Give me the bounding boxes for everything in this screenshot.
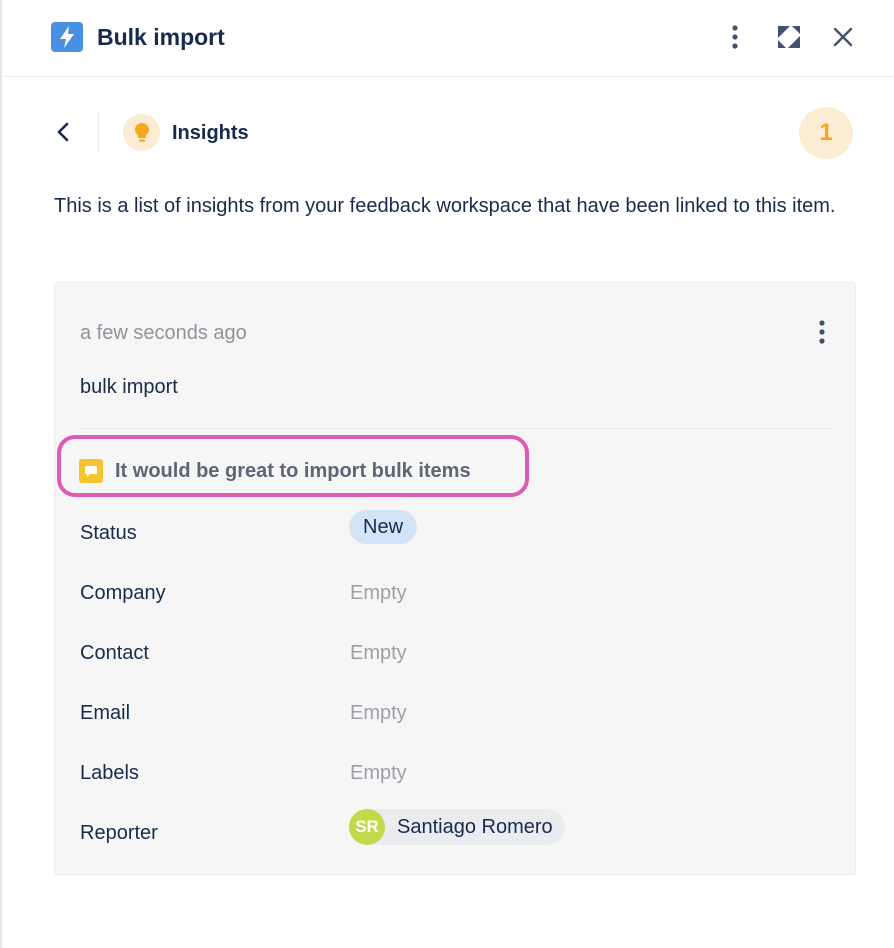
contact-label: Contact — [80, 642, 149, 664]
status-label: Status — [80, 522, 137, 544]
panel-header: Bulk import — [4, 0, 894, 77]
bulk-import-panel: Bulk import Insights 1 This is a list of… — [0, 0, 894, 948]
company-label: Company — [80, 582, 166, 604]
insight-card: a few seconds ago bulk import It would b… — [54, 282, 856, 875]
insight-quote[interactable]: It would be great to import bulk items — [79, 456, 471, 486]
contact-value[interactable]: Empty — [350, 639, 407, 667]
close-icon — [833, 27, 853, 47]
lightbulb-icon — [123, 114, 160, 151]
speech-bubble-icon — [79, 459, 103, 483]
insights-description: This is a list of insights from your fee… — [54, 195, 836, 217]
insight-item-name: bulk import — [80, 376, 178, 398]
labels-value[interactable]: Empty — [350, 759, 407, 787]
insight-timestamp: a few seconds ago — [80, 322, 247, 344]
header-divider — [98, 112, 99, 152]
card-divider — [80, 428, 832, 429]
labels-label: Labels — [80, 762, 139, 784]
chevron-left-icon — [57, 122, 69, 142]
reporter-chip[interactable]: SR Santiago Romero — [349, 809, 565, 845]
close-button[interactable] — [826, 20, 860, 54]
back-button[interactable] — [48, 116, 78, 148]
lightning-bolt-icon — [51, 22, 83, 52]
insight-more-button[interactable] — [805, 315, 839, 349]
insights-title: Insights — [172, 122, 249, 144]
panel-title: Bulk import — [97, 24, 225, 50]
insights-count-badge: 1 — [799, 107, 853, 159]
expand-diagonal-icon — [778, 26, 800, 48]
reporter-name: Santiago Romero — [397, 816, 553, 838]
vertical-dots-icon — [732, 25, 738, 49]
expand-button[interactable] — [772, 20, 806, 54]
status-badge[interactable]: New — [349, 510, 418, 544]
vertical-dots-icon — [819, 320, 825, 344]
more-options-button[interactable] — [718, 20, 752, 54]
reporter-label: Reporter — [80, 822, 158, 844]
avatar: SR — [349, 809, 385, 845]
email-value[interactable]: Empty — [350, 699, 407, 727]
email-label: Email — [80, 702, 131, 724]
insight-quote-text: It would be great to import bulk items — [115, 460, 471, 482]
company-value[interactable]: Empty — [350, 579, 407, 607]
